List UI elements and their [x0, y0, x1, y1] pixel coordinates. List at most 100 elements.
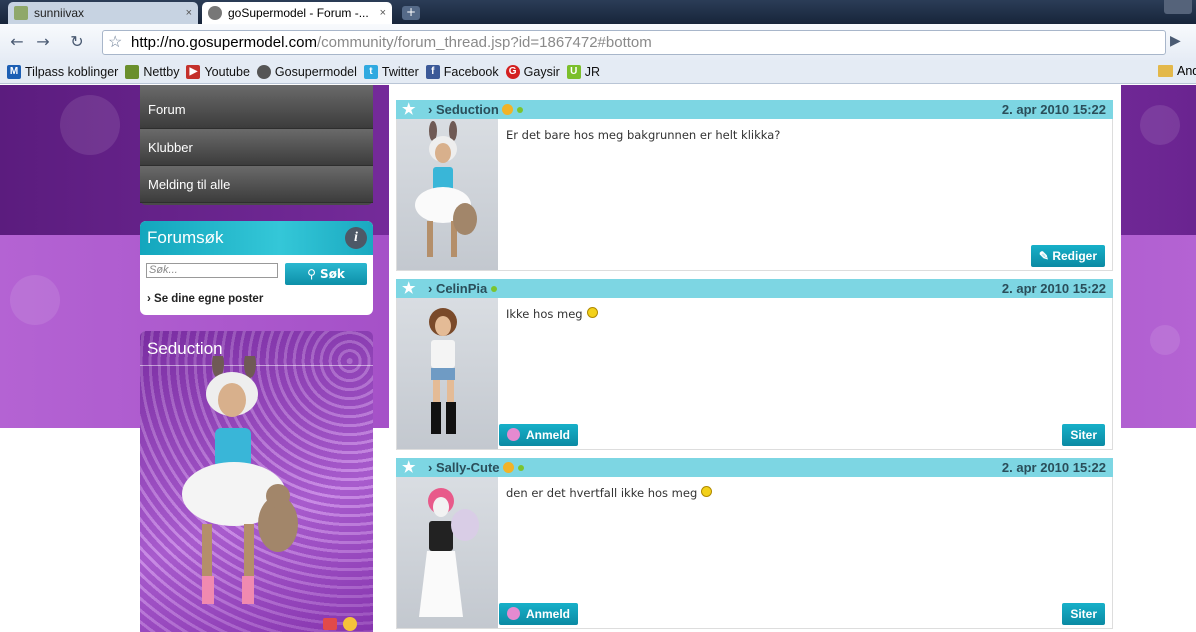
post-avatar[interactable]	[397, 298, 498, 449]
post-author[interactable]: › Sally-Cute	[428, 458, 524, 477]
tab-gosupermodel[interactable]: goSupermodel - Forum -... ×	[202, 2, 392, 24]
bookmark-facebook[interactable]: f Facebook	[425, 64, 499, 79]
tab-favicon-icon	[14, 6, 28, 20]
star-icon[interactable]: ★	[402, 100, 415, 119]
address-bar[interactable]: ☆ http://no.gosupermodel.com/community/fo…	[102, 30, 1166, 55]
nav-klubber[interactable]: Klubber	[140, 129, 373, 166]
back-icon[interactable]: ←	[6, 31, 28, 53]
post-avatar[interactable]	[397, 119, 498, 270]
folder-icon	[1158, 65, 1173, 77]
minimize-button[interactable]	[1164, 0, 1192, 14]
url-path: /community/forum_thread.jsp?id=1867472#b…	[316, 34, 652, 51]
search-input[interactable]: Søk...	[146, 263, 278, 278]
bookmark-youtube[interactable]: ▶ Youtube	[186, 64, 250, 79]
bookmark-tilpass[interactable]: M Tilpass koblinger	[7, 64, 118, 79]
bookmark-jr[interactable]: U JR	[566, 64, 600, 79]
other-bookmarks[interactable]: And	[1158, 64, 1196, 78]
online-status-icon	[491, 286, 498, 292]
trophy-icon	[323, 618, 337, 630]
post-text: den er det hvertfall ikke hos meg	[506, 486, 713, 500]
url-host: http://no.gosupermodel.com	[131, 34, 317, 51]
post-header: ★ › Sally-Cute 2. apr 2010 15:22	[396, 458, 1113, 477]
avatar-panel: Seduction	[140, 331, 373, 632]
gaysir-icon: G	[505, 64, 520, 79]
forum-post: ★ › Seduction 2. apr 2010 15:22 Er det b…	[396, 100, 1113, 271]
post-text: Ikke hos meg	[506, 307, 598, 321]
avatar-figure	[415, 121, 477, 257]
tab-sunniivax[interactable]: sunniivax ×	[8, 2, 198, 24]
nettby-icon	[125, 64, 140, 79]
forum-search-panel: Forumsøk i Søk... ⚲ Søk › Se dine egne p…	[140, 221, 373, 315]
smiley-icon	[701, 486, 713, 497]
report-button[interactable]: Anmeld	[499, 603, 579, 625]
nav-melding-til-alle[interactable]: Melding til alle	[140, 166, 373, 203]
forum-search-title: Forumsøk	[147, 228, 224, 247]
report-button[interactable]: Anmeld	[499, 424, 579, 446]
close-icon[interactable]: ×	[380, 7, 386, 19]
avatar-figure	[419, 488, 479, 617]
forward-icon[interactable]: →	[32, 31, 54, 53]
forum-post: ★ › CelinPia 2. apr 2010 15:22 Ikke hos …	[396, 279, 1113, 450]
post-body: Ikke hos meg Anmeld Siter	[396, 298, 1113, 450]
star-icon[interactable]: ★	[402, 458, 415, 477]
search-button[interactable]: ⚲ Søk	[285, 263, 367, 285]
tab-title: sunniivax	[34, 6, 85, 20]
post-text: Er det bare hos meg bakgrunnen er helt k…	[506, 128, 781, 142]
left-navigation: Forum Klubber Melding til alle	[140, 85, 373, 205]
gosupermodel-icon	[256, 64, 271, 79]
post-avatar[interactable]	[397, 477, 498, 628]
bookmark-twitter[interactable]: t Twitter	[363, 64, 419, 79]
web-page: Forum Klubber Melding til alle Forumsøk …	[0, 85, 1196, 632]
star-icon[interactable]: ★	[402, 279, 415, 298]
bookmarks-bar: M Tilpass koblinger Nettby ▶ Youtube Gosup…	[0, 60, 1196, 84]
quote-button[interactable]: Siter	[1062, 603, 1105, 625]
post-header: ★ › Seduction 2. apr 2010 15:22	[396, 100, 1113, 119]
bookmark-gosupermodel[interactable]: Gosupermodel	[256, 64, 357, 79]
decor-bubble	[1140, 105, 1180, 145]
vip-sun-icon	[502, 462, 514, 473]
twitter-icon: t	[363, 64, 378, 79]
post-body: den er det hvertfall ikke hos meg Anmeld…	[396, 477, 1113, 629]
facebook-icon: f	[425, 64, 440, 79]
post-date: 2. apr 2010 15:22	[1001, 460, 1106, 475]
avatar-figure	[429, 308, 457, 434]
close-icon[interactable]: ×	[186, 7, 192, 19]
info-icon[interactable]: i	[345, 227, 367, 249]
search-icon: ⚲	[307, 267, 321, 281]
bookmark-star-icon[interactable]: ☆	[108, 31, 122, 54]
reload-icon[interactable]: ↻	[66, 31, 88, 53]
forum-post: ★ › Sally-Cute 2. apr 2010 15:22 den er …	[396, 458, 1113, 629]
go-icon[interactable]: ▶	[1170, 33, 1181, 49]
post-date: 2. apr 2010 15:22	[1001, 102, 1106, 117]
post-author[interactable]: › CelinPia	[428, 279, 498, 298]
m-icon: M	[7, 64, 21, 79]
post-date: 2. apr 2010 15:22	[1001, 281, 1106, 296]
post-author[interactable]: › Seduction	[428, 100, 523, 119]
report-flower-icon	[507, 428, 520, 441]
new-tab-button[interactable]: +	[402, 6, 420, 20]
online-status-icon	[517, 465, 524, 471]
pencil-icon: ✎	[1038, 249, 1053, 263]
jr-icon: U	[566, 64, 581, 79]
forum-search-header: Forumsøk i	[140, 221, 373, 255]
edit-button[interactable]: ✎ Rediger	[1030, 245, 1105, 267]
quote-button[interactable]: Siter	[1062, 424, 1105, 446]
report-flower-icon	[507, 607, 520, 620]
decor-bubble	[1150, 325, 1180, 355]
own-posts-link[interactable]: › Se dine egne poster	[147, 293, 263, 305]
bookmark-nettby[interactable]: Nettby	[125, 64, 179, 79]
decor-bubble	[10, 275, 60, 325]
smiley-icon	[586, 307, 598, 318]
post-header: ★ › CelinPia 2. apr 2010 15:22	[396, 279, 1113, 298]
decor-bubble	[60, 95, 120, 155]
tab-bar: sunniivax × goSupermodel - Forum -... × …	[0, 0, 1196, 24]
tab-favicon-icon	[208, 6, 222, 20]
post-body: Er det bare hos meg bakgrunnen er helt k…	[396, 119, 1113, 271]
bookmark-gaysir[interactable]: G Gaysir	[505, 64, 560, 79]
tab-title: goSupermodel - Forum -...	[228, 6, 369, 20]
nav-forum[interactable]: Forum	[140, 85, 373, 129]
youtube-icon: ▶	[186, 64, 201, 79]
vip-sun-icon	[501, 104, 513, 115]
online-status-icon	[516, 107, 523, 113]
avatar-figure	[182, 356, 298, 604]
